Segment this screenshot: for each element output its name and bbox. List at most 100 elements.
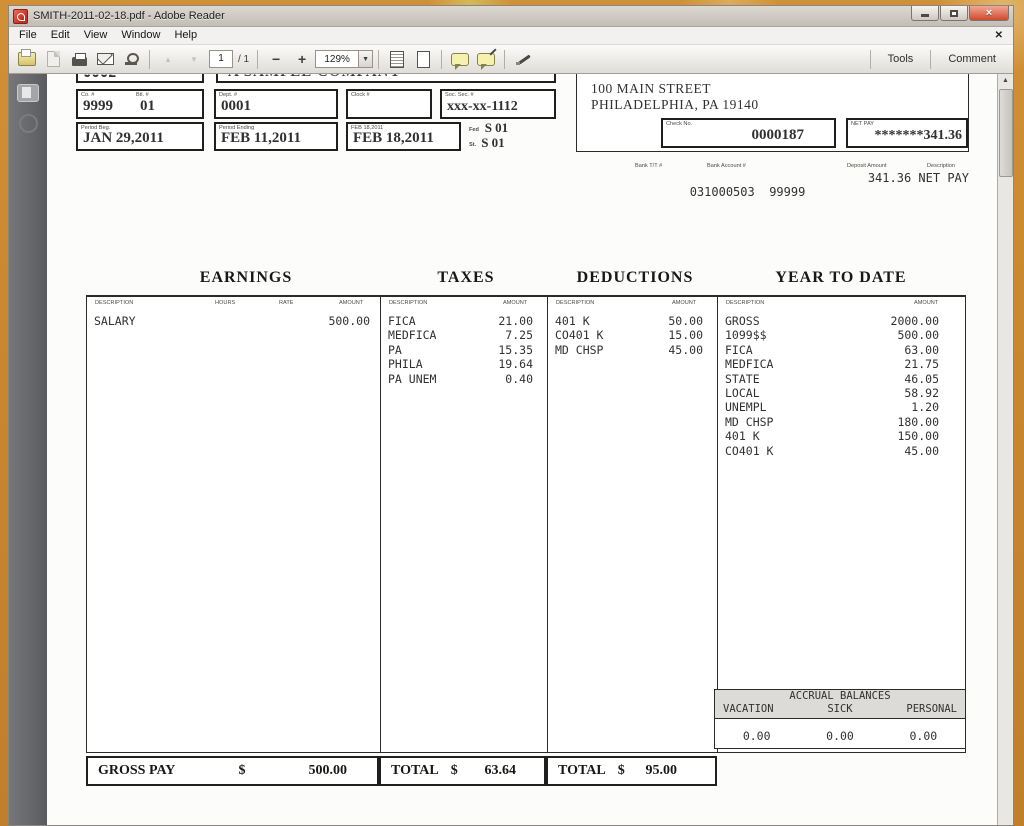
gross-pay-total-box: GROSS PAY $ 500.00 bbox=[86, 756, 379, 786]
scrollbar-thumb[interactable] bbox=[999, 89, 1013, 177]
menu-item[interactable]: File bbox=[12, 28, 44, 43]
scrolling-mode-button[interactable] bbox=[385, 47, 409, 71]
open-button[interactable] bbox=[15, 47, 39, 71]
toolbar-separator bbox=[930, 50, 931, 69]
check-date-value: FEB 18,2011 bbox=[353, 130, 434, 147]
paystub-page: 0002 A SAMPLE COMPANY 100 MAIN STREET PH… bbox=[47, 74, 997, 825]
deduction-desc: CO401 K bbox=[555, 328, 668, 342]
page-number-input[interactable]: 1 bbox=[209, 50, 233, 68]
minus-icon: − bbox=[272, 52, 280, 66]
print-button[interactable] bbox=[67, 47, 91, 71]
tax-row: PA15.35 bbox=[388, 343, 533, 357]
deposit-amount-value: 341.36 bbox=[868, 171, 911, 185]
note-bubble-icon bbox=[477, 53, 495, 66]
maximize-icon bbox=[950, 10, 958, 17]
minimize-button[interactable] bbox=[911, 6, 939, 21]
sticky-note-button[interactable] bbox=[448, 47, 472, 71]
deduction-amount: 45.00 bbox=[668, 343, 703, 357]
email-button[interactable] bbox=[93, 47, 117, 71]
accrual-value: 0.00 bbox=[882, 729, 965, 743]
period-end-value: FEB 11,2011 bbox=[221, 130, 301, 147]
menu-item[interactable]: View bbox=[77, 28, 115, 43]
menubar-close-icon[interactable]: ✕ bbox=[995, 30, 1003, 41]
description-label: Description bbox=[927, 163, 955, 169]
deduction-desc: 401 K bbox=[555, 314, 668, 328]
dept-value: 0001 bbox=[221, 98, 251, 115]
zoom-out-button[interactable]: − bbox=[264, 47, 288, 71]
gross-pay-value: 500.00 bbox=[308, 763, 347, 779]
comment-button[interactable]: Comment bbox=[936, 53, 1008, 65]
close-button[interactable]: × bbox=[969, 6, 1009, 21]
ytd-desc: CO401 K bbox=[725, 444, 904, 458]
fill-sign-button[interactable] bbox=[511, 47, 535, 71]
deduction-desc: MD CHSP bbox=[555, 343, 668, 357]
earnings-desc-header: DESCRIPTION bbox=[95, 300, 133, 306]
deductions-total-box: TOTAL $ 95.00 bbox=[546, 756, 717, 786]
deduction-amount: 50.00 bbox=[668, 314, 703, 328]
menu-item[interactable]: Window bbox=[114, 28, 167, 43]
titlebar[interactable]: SMITH-2011-02-18.pdf - Adobe Reader × bbox=[9, 6, 1013, 27]
earnings-title: EARNINGS bbox=[166, 269, 326, 287]
comment-bubble-icon bbox=[451, 53, 469, 66]
previous-page-button[interactable]: ▲ bbox=[156, 47, 180, 71]
ytd-amount-header: AMOUNT bbox=[914, 300, 938, 306]
deduction-row: 401 K50.00 bbox=[555, 314, 703, 328]
tax-amount: 19.64 bbox=[498, 357, 533, 371]
zoom-dropdown-button[interactable]: ▼ bbox=[359, 50, 373, 68]
ytd-desc: FICA bbox=[725, 343, 904, 357]
st-status-label: St. bbox=[469, 142, 476, 148]
save-button[interactable] bbox=[41, 47, 65, 71]
ytd-desc: MEDFICA bbox=[725, 357, 904, 371]
scroll-up-icon[interactable]: ▲ bbox=[1002, 74, 1009, 88]
earnings-amount-header: AMOUNT bbox=[339, 300, 363, 306]
page-total-label: / 1 bbox=[238, 54, 249, 65]
net-pay-box: NET PAY *******341.36 bbox=[846, 118, 968, 148]
save-icon bbox=[47, 51, 60, 67]
description-value: NET PAY bbox=[918, 171, 969, 185]
ytd-row: FICA63.00 bbox=[725, 343, 939, 357]
accrual-value: 0.00 bbox=[798, 729, 881, 743]
net-pay-value: *******341.36 bbox=[875, 128, 963, 144]
gross-pay-currency: $ bbox=[238, 763, 245, 779]
ytd-desc: 401 K bbox=[725, 429, 897, 443]
vertical-scrollbar[interactable]: ▲ bbox=[997, 74, 1013, 825]
up-arrow-icon: ▲ bbox=[164, 55, 172, 64]
zoom-level-input[interactable]: 129% bbox=[315, 50, 359, 68]
signature-pen-icon bbox=[516, 52, 531, 66]
tax-status-box: Fed S 01 St. S 01 bbox=[469, 120, 559, 152]
ytd-desc: LOCAL bbox=[725, 386, 904, 400]
bank-account-value: 99999 bbox=[769, 185, 805, 199]
single-page-button[interactable] bbox=[411, 47, 435, 71]
next-page-button[interactable]: ▼ bbox=[182, 47, 206, 71]
menu-item[interactable]: Edit bbox=[44, 28, 77, 43]
ssn-value: xxx-xx-1112 bbox=[447, 99, 518, 115]
close-icon: × bbox=[986, 8, 992, 19]
tools-button[interactable]: Tools bbox=[876, 53, 926, 65]
plus-icon: + bbox=[298, 52, 306, 66]
toolbar-separator bbox=[378, 50, 379, 69]
tax-row: FICA21.00 bbox=[388, 314, 533, 328]
tax-desc: PA UNEM bbox=[388, 372, 505, 386]
page-thumbnails-button[interactable] bbox=[17, 84, 39, 102]
maximize-button[interactable] bbox=[940, 6, 968, 21]
deduction-row: MD CHSP45.00 bbox=[555, 343, 703, 357]
accrual-title: ACCRUAL BALANCES bbox=[715, 690, 965, 703]
taxes-desc-header: DESCRIPTION bbox=[389, 300, 427, 306]
menu-item[interactable]: Help bbox=[167, 28, 204, 43]
ssn-box: Soc. Sec. # xxx-xx-1112 bbox=[440, 89, 556, 119]
bank-tt-label: Bank T/T # bbox=[635, 163, 662, 169]
deposit-info: Deposit Amount Description 341.36 NET PA… bbox=[819, 162, 969, 185]
attachments-button[interactable] bbox=[19, 114, 38, 133]
ytd-desc-header: DESCRIPTION bbox=[726, 300, 764, 306]
zoom-in-button[interactable]: + bbox=[290, 47, 314, 71]
taxes-amount-header: AMOUNT bbox=[503, 300, 527, 306]
tax-amount: 7.25 bbox=[505, 328, 533, 342]
st-status-value: S 01 bbox=[481, 135, 504, 150]
adobe-reader-window: SMITH-2011-02-18.pdf - Adobe Reader × Fi… bbox=[8, 5, 1014, 826]
tax-amount: 15.35 bbox=[498, 343, 533, 357]
annotate-button[interactable] bbox=[474, 47, 498, 71]
ytd-amount: 63.00 bbox=[904, 343, 939, 357]
tax-desc: PA bbox=[388, 343, 498, 357]
stamp-button[interactable] bbox=[119, 47, 143, 71]
period-beg-box: Period Beg. JAN 29,2011 bbox=[76, 122, 204, 151]
